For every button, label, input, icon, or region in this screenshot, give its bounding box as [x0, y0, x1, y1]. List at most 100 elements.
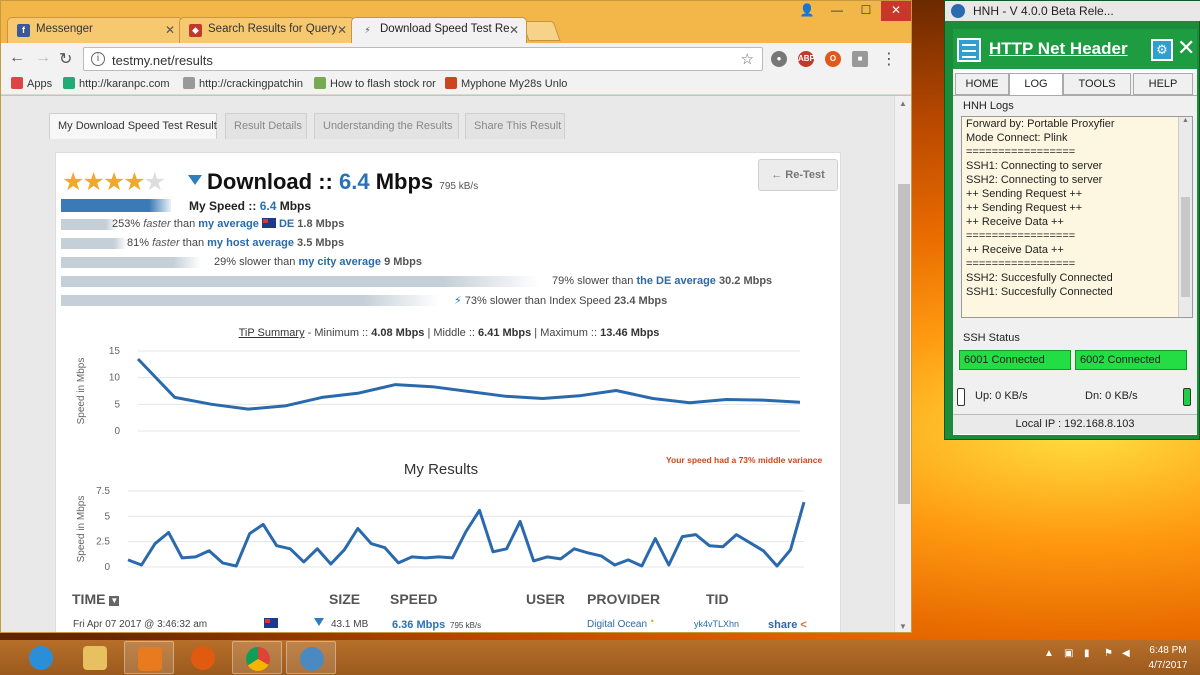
tip-summary-link[interactable]: TiP Summary [239, 327, 305, 339]
tab-help[interactable]: HELP [1133, 73, 1193, 95]
y-tick-label: 0 [104, 562, 110, 573]
extension-bulb-icon[interactable]: ● [771, 51, 787, 67]
close-icon[interactable]: ✕ [337, 23, 347, 37]
download-indicator [1183, 388, 1191, 406]
de-average-link[interactable]: the DE average [636, 275, 715, 287]
log-line: Mode Connect: Plink [966, 132, 1068, 144]
comparison-bar [61, 257, 201, 268]
maximize-button[interactable]: ☐ [853, 1, 879, 21]
tab-understanding[interactable]: Understanding the Results [314, 113, 459, 139]
log-box[interactable]: Forward by: Portable Proxyfier Mode Conne… [961, 116, 1193, 318]
tab-title: Search Results for Query [208, 23, 338, 35]
comparison-bar [61, 276, 539, 287]
url-text[interactable]: testmy.net/results [112, 53, 213, 68]
gear-icon[interactable]: ⚙ [1151, 39, 1173, 61]
tab-log[interactable]: LOG [1009, 73, 1063, 95]
info-icon[interactable]: i [91, 52, 105, 66]
col-time[interactable]: TIME ▼ [72, 591, 120, 607]
row-tid[interactable]: yk4vTLXhn [694, 619, 739, 629]
close-icon[interactable]: ✕ [165, 23, 175, 37]
forward-arrow-icon[interactable]: → [35, 49, 51, 67]
new-tab-button[interactable] [521, 21, 561, 41]
y-tick-label: 5 [114, 399, 120, 410]
y-axis-label: Speed in Mbps [76, 496, 87, 563]
hnh-brand[interactable]: HTTP Net Header [989, 39, 1128, 59]
log-line: Forward by: Portable Proxyfier [966, 118, 1115, 130]
col-speed: SPEED [390, 591, 438, 607]
reload-icon[interactable]: ↻ [59, 49, 72, 69]
tab-title: Download Speed Test Re [380, 23, 510, 35]
sort-down-icon[interactable]: ▼ [109, 596, 120, 606]
download-headline: Download :: 6.4 Mbps 795 kB/s [207, 169, 479, 194]
tray-chevron-icon[interactable]: ▲ [1044, 648, 1054, 659]
scroll-up-icon[interactable]: ▲ [1179, 117, 1192, 124]
network-signal-icon[interactable]: ▮ [1084, 648, 1090, 659]
log-line: ================= [966, 258, 1076, 270]
log-line: ================= [966, 146, 1076, 158]
tab-download-speed[interactable]: ⚡ Download Speed Test Re ✕ [351, 17, 527, 43]
adblock-icon[interactable]: ABP [798, 51, 815, 67]
back-arrow-icon[interactable]: ← [9, 49, 25, 67]
extension-o-icon[interactable]: O [825, 51, 841, 67]
ie-taskbar-button[interactable] [16, 641, 66, 674]
lightning-icon: ⚡ [454, 295, 462, 307]
minimize-button[interactable]: — [823, 1, 851, 21]
browser-window: f Messenger ✕ ◆ Search Results for Query… [0, 0, 912, 633]
bookmark-myphone[interactable]: Myphone My28s Unlo [445, 77, 567, 90]
ssh-taskbar-button[interactable] [286, 641, 336, 674]
taskbar-clock[interactable]: 6:48 PM 4/7/2017 [1140, 643, 1196, 673]
hamburger-menu-icon[interactable] [957, 38, 981, 62]
log-line: ++ Receive Data ++ [966, 216, 1064, 228]
tab-search-results[interactable]: ◆ Search Results for Query ✕ [179, 17, 355, 43]
user-icon[interactable]: 👤 [795, 1, 819, 21]
row-time: Fri Apr 07 2017 @ 3:46:32 am [73, 619, 208, 630]
extension-box-icon[interactable]: ■ [852, 51, 868, 67]
log-line: SSH2: Succesfully Connected [966, 272, 1113, 284]
download-speed: Dn: 0 KB/s [1085, 390, 1138, 402]
menu-icon[interactable]: ⋮ [881, 49, 897, 69]
tab-share[interactable]: Share This Result [465, 113, 565, 139]
tab-result-details[interactable]: Result Details [225, 113, 307, 139]
share-link[interactable]: share < [768, 619, 807, 631]
scroll-down-icon[interactable]: ▼ [899, 622, 907, 631]
media-taskbar-button[interactable] [124, 641, 174, 674]
tray-app-icon[interactable]: ▣ [1064, 648, 1073, 659]
my-average-link[interactable]: my average [198, 218, 259, 230]
chrome-taskbar-button[interactable] [232, 641, 282, 674]
tab-my-result[interactable]: My Download Speed Test Result [49, 113, 217, 139]
close-icon[interactable]: ✕ [509, 23, 519, 37]
log-scrollbar[interactable]: ▲ [1178, 117, 1192, 317]
scrollbar-thumb[interactable] [898, 184, 910, 504]
row-provider[interactable]: Digital Ocean [587, 619, 647, 630]
australia-flag-icon [261, 218, 276, 228]
host-average-link[interactable]: my host average [207, 237, 294, 249]
volume-icon[interactable]: ◀ [1122, 648, 1130, 659]
address-bar[interactable]: i testmy.net/results ☆ [83, 47, 763, 71]
tab-home[interactable]: HOME [955, 73, 1009, 95]
bookmark-star-icon[interactable]: ☆ [741, 50, 754, 68]
log-line: ++ Sending Request ++ [966, 188, 1083, 200]
page-scrollbar[interactable]: ▲ ▼ [894, 96, 911, 632]
close-button[interactable]: ✕ [881, 1, 911, 21]
log-scrollbar-thumb[interactable] [1181, 197, 1190, 297]
city-average-link[interactable]: my city average [298, 256, 381, 268]
hnh-titlebar[interactable]: HNH - V 4.0.0 Beta Rele... [945, 1, 1200, 21]
flag-icon[interactable]: ⚑ [1104, 648, 1113, 659]
retest-button[interactable]: ← Re-Test [758, 159, 838, 191]
firefox-taskbar-button[interactable] [178, 641, 228, 674]
bookmark-flash-stock[interactable]: How to flash stock ror [314, 77, 436, 90]
file-explorer-icon [83, 646, 107, 670]
share-icon[interactable]: < [800, 619, 806, 631]
scroll-up-icon[interactable]: ▲ [899, 99, 907, 108]
download-value: 6.4 [339, 169, 370, 194]
bookmark-apps[interactable]: Apps [11, 77, 52, 90]
tab-messenger[interactable]: f Messenger ✕ [7, 17, 183, 43]
bookmark-karanpc[interactable]: http://karanpc.com [63, 77, 170, 90]
explorer-taskbar-button[interactable] [70, 641, 120, 674]
taskbar [0, 640, 1200, 675]
bookmark-crackingpatching[interactable]: http://crackingpatchin [183, 77, 303, 90]
tab-tools[interactable]: TOOLS [1063, 73, 1131, 95]
facebook-icon: f [17, 24, 30, 37]
hnh-header: HTTP Net Header ⚙ ✕ [953, 29, 1197, 69]
close-icon[interactable]: ✕ [1177, 35, 1195, 61]
